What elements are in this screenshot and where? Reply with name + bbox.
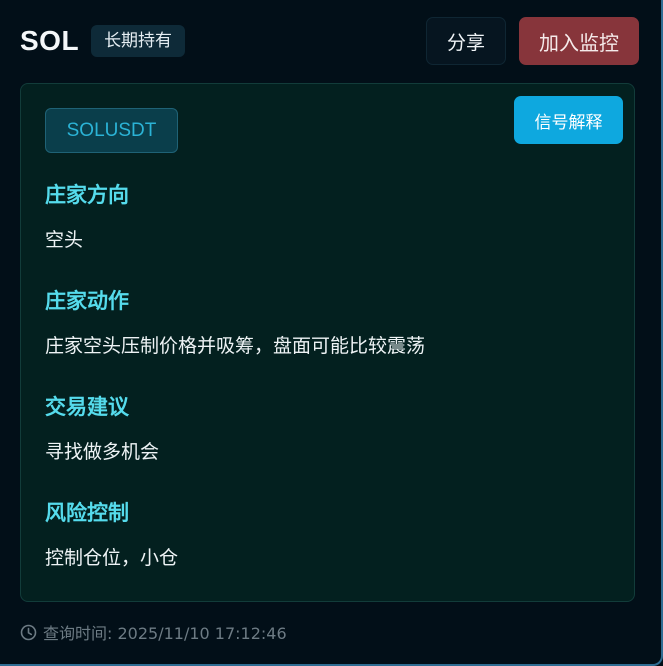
section-value: 庄家空头压制价格并吸筹，盘面可能比较震荡 (45, 335, 426, 357)
query-time-text: 查询时间: 2025/11/10 17:12:46 (43, 624, 287, 643)
section-title: 庄家动作 (45, 289, 129, 313)
clock-icon (20, 624, 37, 640)
section-direction: 庄家方向 空头 (45, 180, 129, 254)
add-monitor-button[interactable]: 加入监控 (519, 17, 639, 65)
section-title: 交易建议 (45, 395, 129, 419)
coin-symbol: SOL (20, 25, 80, 56)
panel-header: SOL 长期持有 分享 加入监控 (20, 17, 639, 65)
signal-card: SOLUSDT 信号解释 庄家方向 空头 庄家动作 庄家空头压制价格并吸筹，盘面… (20, 83, 635, 602)
section-title: 庄家方向 (45, 183, 129, 207)
signal-panel: SOL 长期持有 分享 加入监控 SOLUSDT 信号解释 庄家方向 空头 庄家… (0, 0, 663, 666)
section-value: 空头 (45, 229, 84, 251)
pair-tag: SOLUSDT (45, 108, 178, 153)
section-value: 控制仓位，小仓 (45, 547, 179, 569)
share-button[interactable]: 分享 (426, 17, 506, 65)
section-risk: 风险控制 控制仓位，小仓 (45, 498, 178, 572)
holding-badge: 长期持有 (91, 25, 186, 57)
query-time-row: 查询时间: 2025/11/10 17:12:46 (20, 620, 287, 644)
section-advice: 交易建议 寻找做多机会 (45, 392, 159, 466)
signal-explain-button[interactable]: 信号解释 (514, 96, 623, 144)
section-action: 庄家动作 庄家空头压制价格并吸筹，盘面可能比较震荡 (45, 286, 425, 360)
section-value: 寻找做多机会 (45, 441, 160, 463)
section-title: 风险控制 (45, 501, 129, 525)
